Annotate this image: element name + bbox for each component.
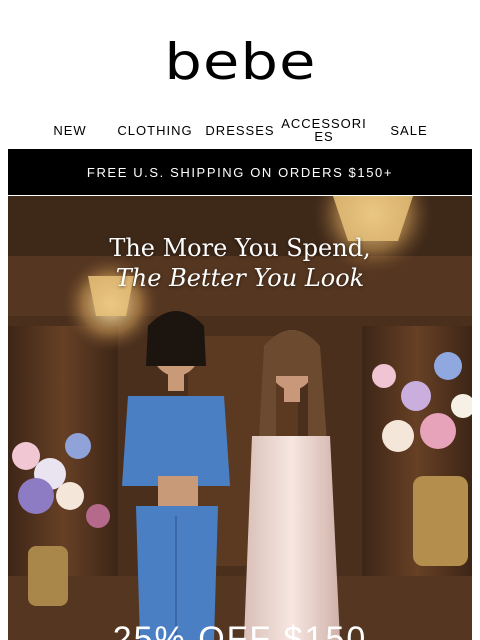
nav-item-clothing[interactable]: CLOTHING bbox=[114, 112, 196, 148]
promo-text: 25% OFF $150 bbox=[112, 620, 368, 640]
hero-image bbox=[8, 196, 472, 640]
shipping-banner[interactable]: FREE U.S. SHIPPING ON ORDERS $150+ bbox=[8, 149, 472, 195]
logo-text: bebe bbox=[163, 33, 317, 91]
shipping-banner-text: FREE U.S. SHIPPING ON ORDERS $150+ bbox=[86, 164, 394, 180]
hero-headline-line2: The Better You Look bbox=[115, 264, 365, 292]
brand-logo[interactable]: bebe bbox=[0, 36, 480, 88]
hero-banner[interactable]: The More You Spend, The Better You Look … bbox=[8, 196, 472, 640]
nav-item-dresses[interactable]: DRESSES bbox=[202, 112, 278, 148]
nav-item-sale[interactable]: SALE bbox=[386, 112, 432, 148]
hero-headline-line1: The More You Spend, bbox=[109, 234, 371, 262]
nav-item-new[interactable]: NEW bbox=[50, 112, 90, 148]
nav-item-accessories[interactable]: ACCESSORIES bbox=[281, 112, 367, 148]
main-nav: NEW CLOTHING DRESSES ACCESSORIES SALE bbox=[0, 112, 480, 148]
